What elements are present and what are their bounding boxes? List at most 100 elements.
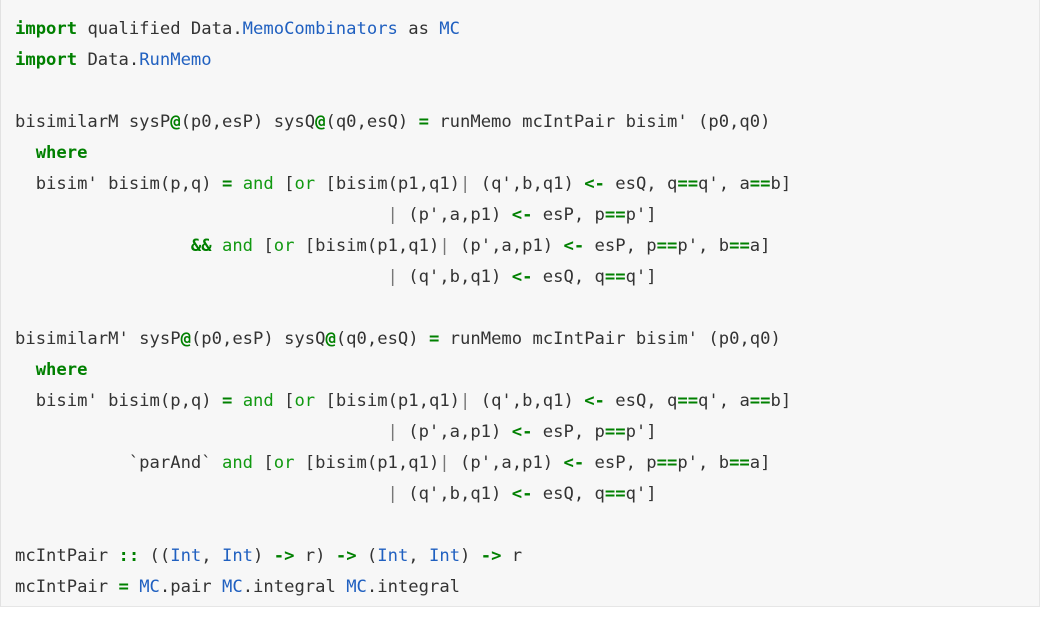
code-line: | (q',b,q1) <- esQ, q==q'] <box>15 479 1039 510</box>
code-line: bisimilarM' sysP@(p0,esP) sysQ@(q0,esQ) … <box>15 324 1039 355</box>
code-token-pln: p'] <box>625 205 657 225</box>
code-token-pln: q'] <box>625 267 657 287</box>
code-line: import Data.RunMemo <box>15 45 1039 76</box>
code-token-kw: import <box>15 19 78 39</box>
code-token-pln: (p',a,p1) <box>397 205 512 225</box>
code-token-pln: ( <box>356 546 378 566</box>
code-token-pln: (q0,esQ) <box>325 112 419 132</box>
code-token-op: == <box>656 453 678 473</box>
code-token-op: :: <box>118 546 140 566</box>
code-token-op: == <box>677 391 699 411</box>
code-token-pln: a] <box>749 236 771 256</box>
code-token-pln: esQ, q <box>604 174 678 194</box>
code-token-fn: or <box>273 453 295 473</box>
code-token-op: = <box>221 174 233 194</box>
code-token-pipe: | <box>460 391 471 411</box>
code-token-op: <- <box>511 205 533 225</box>
code-token-pln: .integral <box>366 577 461 597</box>
code-token-op: @ <box>315 112 326 132</box>
code-token-op: @ <box>325 329 336 349</box>
code-token-op: <- <box>584 391 605 411</box>
code-block: import qualified Data.MemoCombinators as… <box>0 0 1040 607</box>
code-token-op: <- <box>511 267 533 287</box>
code-token-pln: bisim' bisim(p,q) <box>15 391 222 411</box>
code-lines-container: import qualified Data.MemoCombinators as… <box>15 14 1039 603</box>
code-token-pln: [ <box>273 174 295 194</box>
code-token-op: <- <box>511 422 533 442</box>
code-token-op: = <box>428 329 440 349</box>
code-token-kw: where <box>35 360 88 380</box>
code-token-pln: q'] <box>625 484 657 504</box>
code-token-pln: [bisim(p1,q1) <box>315 174 461 194</box>
code-token-pln <box>15 484 388 504</box>
code-token-op: <- <box>563 453 585 473</box>
code-token-op: <- <box>563 236 585 256</box>
code-token-typ: Int <box>170 546 202 566</box>
code-token-typ: MemoCombinators <box>242 19 398 39</box>
code-token-op: <- <box>584 174 605 194</box>
code-token-op: && <box>190 236 212 256</box>
code-token-pipe: | <box>387 422 398 442</box>
code-line: | (p',a,p1) <- esP, p==p'] <box>15 417 1039 448</box>
code-token-typ: MC <box>346 577 367 597</box>
code-token-typ: RunMemo <box>139 50 212 70</box>
code-token-pln: b] <box>770 174 792 194</box>
code-token-pln: ) <box>460 546 481 566</box>
code-token-pln: (q0,esQ) <box>335 329 429 349</box>
code-token-op: == <box>749 174 771 194</box>
code-token-op: = <box>221 391 233 411</box>
code-line: | (p',a,p1) <- esP, p==p'] <box>15 200 1039 231</box>
code-token-pln: (p',a,p1) <box>449 236 564 256</box>
code-token-pln: mcIntPair <box>15 546 119 566</box>
code-token-kw: where <box>35 143 88 163</box>
code-token-pln: runMemo mcIntPair bisim' (p0,q0) <box>439 329 781 349</box>
code-token-pln: b] <box>770 391 792 411</box>
code-token-fn: and <box>221 236 254 256</box>
code-token-pln: , <box>408 546 429 566</box>
code-token-pln: [ <box>253 236 274 256</box>
code-token-pln: [bisim(p1,q1) <box>294 453 440 473</box>
code-token-op: == <box>604 422 626 442</box>
code-token-pln: (p',a,p1) <box>449 453 564 473</box>
code-token-op: == <box>677 174 699 194</box>
code-token-typ: MC <box>222 577 243 597</box>
code-token-pln: mcIntPair <box>15 577 119 597</box>
code-line: where <box>15 355 1039 386</box>
code-token-op: == <box>729 453 750 473</box>
code-token-pln: r) <box>294 546 336 566</box>
code-token-pln: [bisim(p1,q1) <box>315 391 461 411</box>
code-token-pln <box>15 236 191 256</box>
code-token-pln <box>15 360 36 380</box>
code-token-pln: (q',b,q1) <box>470 391 585 411</box>
code-token-pln: [ <box>273 391 295 411</box>
code-token-fn: or <box>294 391 316 411</box>
code-token-typ: Int <box>377 546 409 566</box>
code-token-pipe: | <box>439 236 450 256</box>
code-token-pln: esQ, q <box>532 267 605 287</box>
code-token-pln: Data. <box>190 19 243 39</box>
code-token-pln: p'] <box>625 422 657 442</box>
code-line: import qualified Data.MemoCombinators as… <box>15 14 1039 45</box>
code-token-op: @ <box>180 329 191 349</box>
code-token-pln <box>232 391 242 411</box>
code-token-pln <box>212 236 222 256</box>
code-token-pln: esP, p <box>532 205 605 225</box>
code-token-pln: r <box>501 546 523 566</box>
code-token-pln: (q',b,q1) <box>397 484 512 504</box>
code-token-pln: (p0,esP) sysQ <box>180 112 316 132</box>
code-token-pln <box>129 577 139 597</box>
code-token-pln: [ <box>253 453 274 473</box>
code-token-op: == <box>729 236 750 256</box>
code-token-kw: import <box>15 50 78 70</box>
code-token-pln: bisimilarM sysP <box>15 112 171 132</box>
code-token-pln <box>15 422 388 442</box>
code-token-pln <box>232 174 242 194</box>
code-token-op: == <box>749 391 771 411</box>
code-token-op: <- <box>511 484 533 504</box>
code-token-pln: (q',b,q1) <box>470 174 585 194</box>
code-line: bisim' bisim(p,q) = and [or [bisim(p1,q1… <box>15 386 1039 417</box>
code-token-pln <box>15 143 36 163</box>
code-token-pln: (( <box>139 546 171 566</box>
